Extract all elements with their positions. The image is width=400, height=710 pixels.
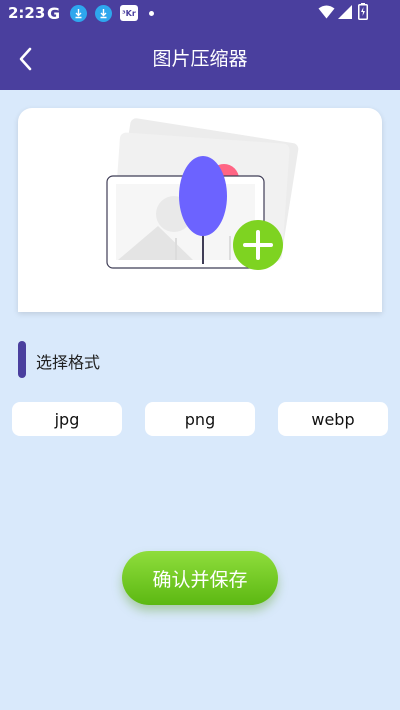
dot-icon	[149, 11, 154, 16]
confirm-save-button[interactable]: 确认并保存	[122, 551, 278, 605]
format-option-webp[interactable]: webp	[278, 402, 388, 436]
download-icon	[95, 5, 112, 22]
section-accent-bar	[18, 341, 26, 378]
add-image-icon	[106, 118, 299, 270]
app-bar: 图片压缩器	[0, 28, 400, 90]
top-bar: 2:23 G ³Kr 图片压缩器	[0, 0, 400, 90]
status-time: 2:23	[8, 4, 46, 22]
wifi-icon	[318, 5, 335, 23]
status-bar: 2:23 G ³Kr	[0, 0, 400, 28]
battery-icon	[358, 3, 368, 24]
google-icon: G	[47, 4, 61, 23]
kr-app-icon: ³Kr	[120, 5, 138, 21]
page-title: 图片压缩器	[152, 48, 248, 70]
download-icon	[70, 5, 87, 22]
image-picker-card[interactable]	[18, 108, 382, 312]
format-section-title: 选择格式	[36, 353, 101, 372]
format-option-png[interactable]: png	[145, 402, 255, 436]
format-option-jpg[interactable]: jpg	[12, 402, 122, 436]
signal-icon	[338, 5, 352, 23]
